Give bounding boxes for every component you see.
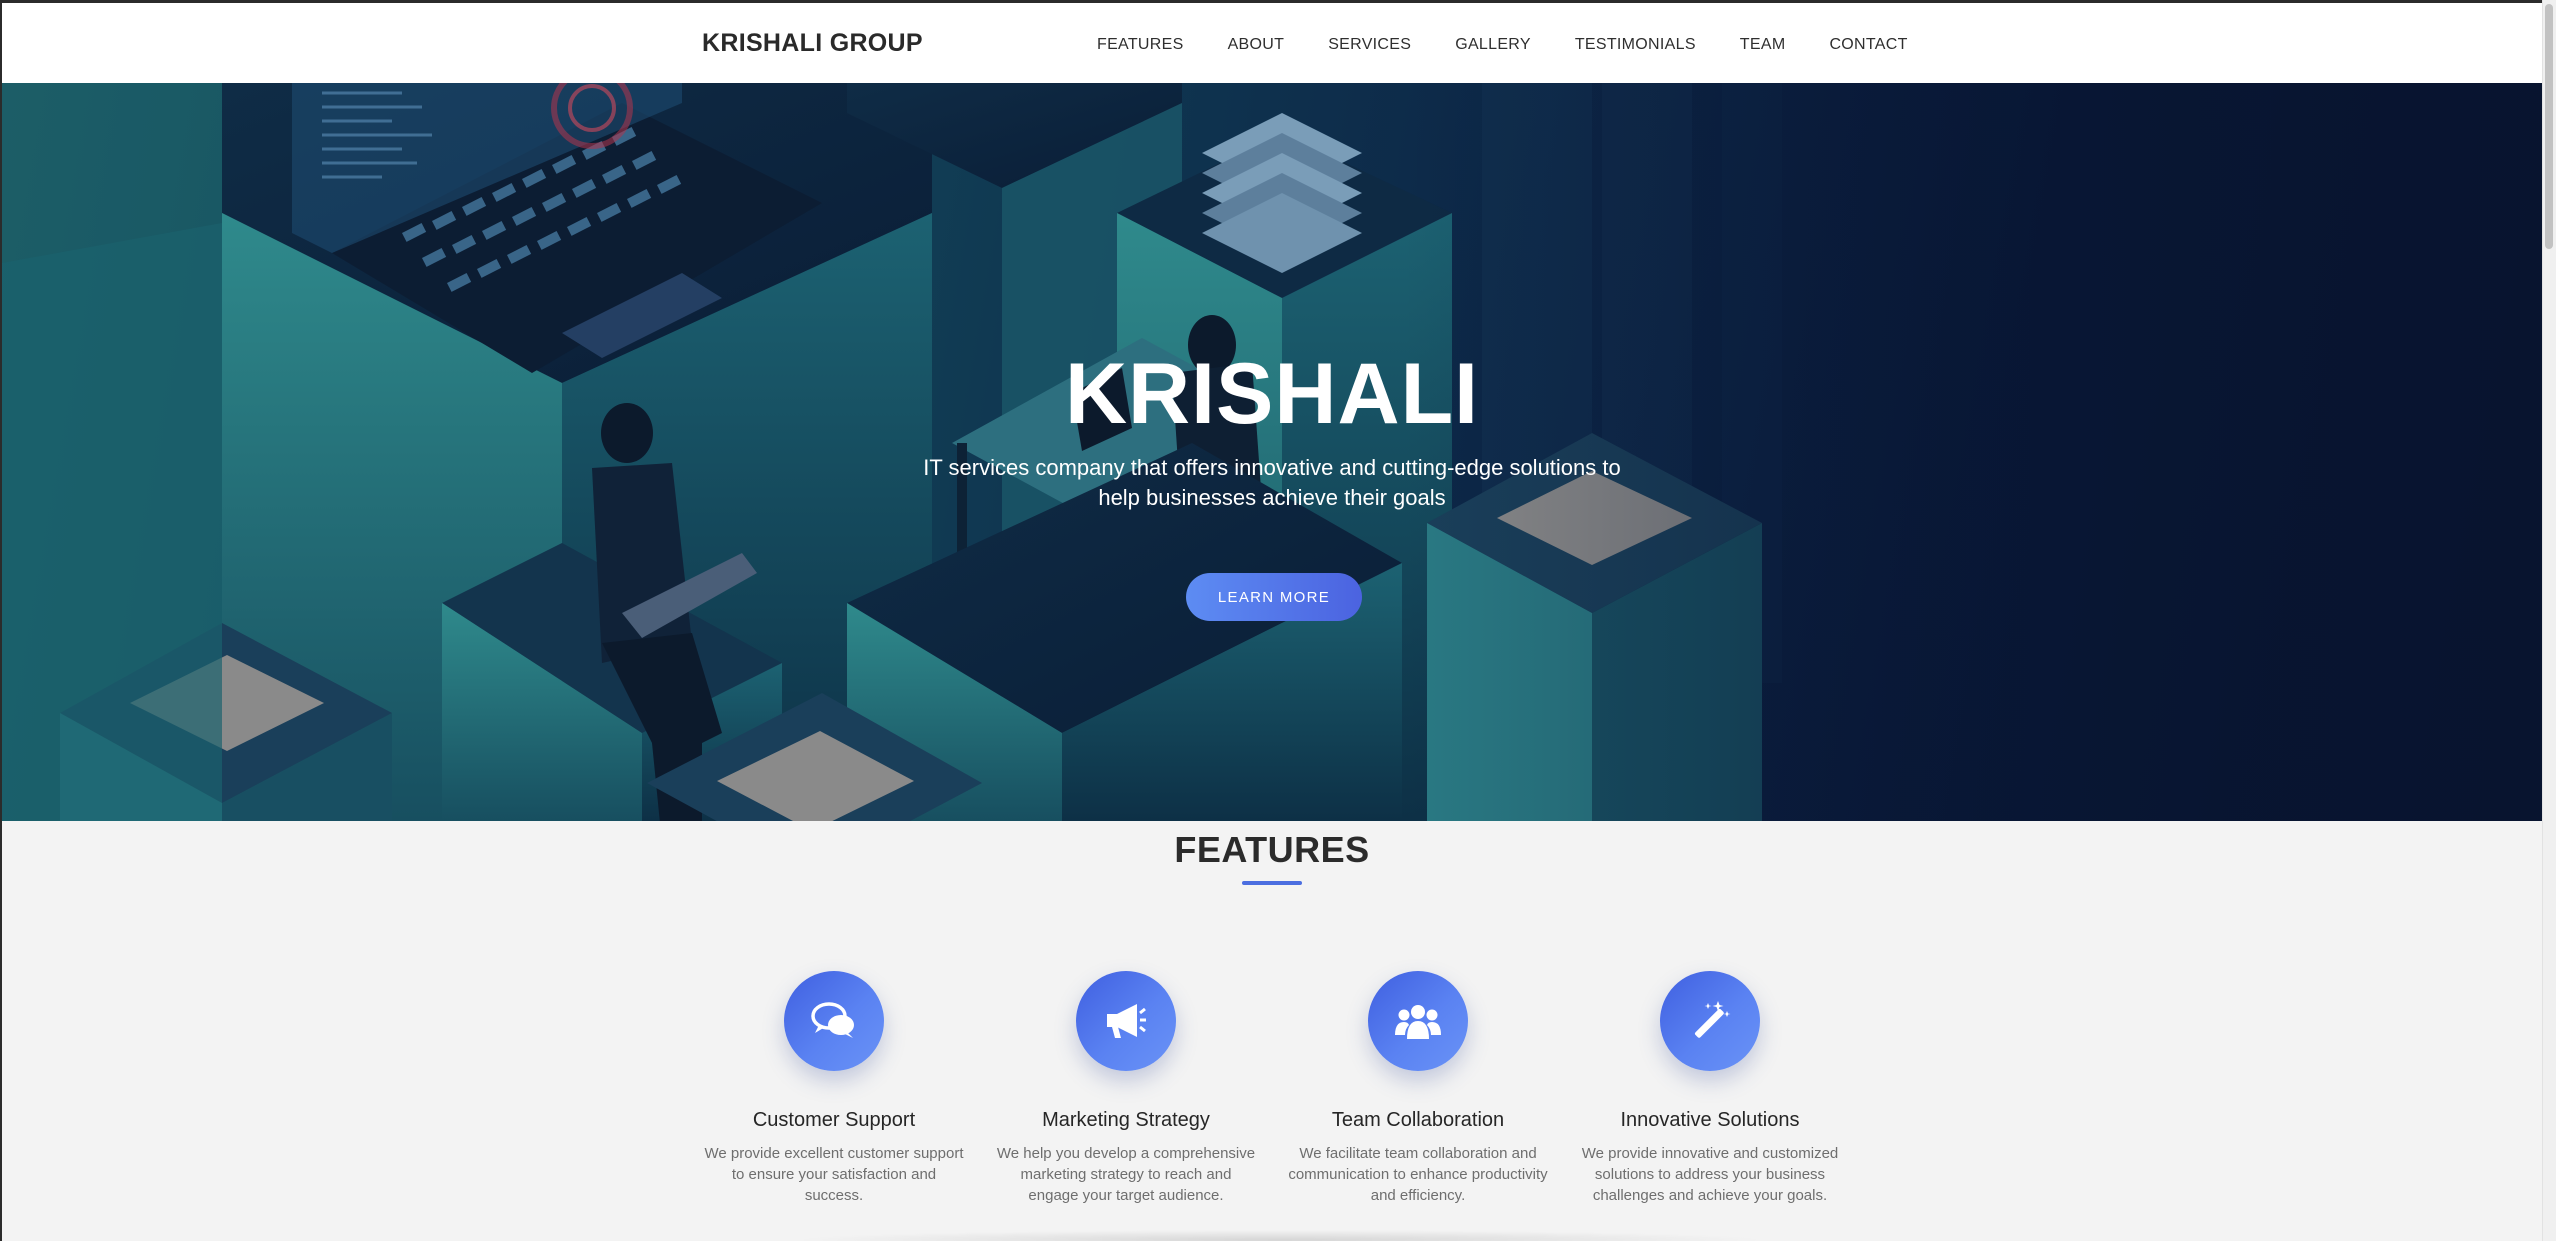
card-shadow-edge — [790, 1230, 1770, 1241]
features-heading: FEATURES — [1174, 829, 1370, 870]
learn-more-button[interactable]: LEARN MORE — [1186, 573, 1362, 621]
feature-description: We provide excellent customer support to… — [704, 1145, 964, 1204]
brand-logo[interactable]: KRISHALI GROUP — [702, 29, 923, 58]
scrollbar-thumb[interactable] — [2545, 4, 2553, 249]
feature-description: We facilitate team collaboration and com… — [1288, 1145, 1548, 1204]
nav-link-features[interactable]: FEATURES — [1097, 36, 1184, 54]
nav-link-contact[interactable]: CONTACT — [1829, 36, 1907, 54]
magic-wand-icon — [1660, 971, 1760, 1071]
feature-title: Marketing Strategy — [1042, 1109, 1210, 1131]
feature-title: Innovative Solutions — [1620, 1109, 1800, 1131]
page-scrollbar[interactable] — [2542, 0, 2556, 1241]
feature-description: We provide innovative and customized sol… — [1581, 1145, 1839, 1204]
megaphone-icon — [1076, 971, 1176, 1071]
nav-link-about[interactable]: ABOUT — [1228, 36, 1285, 54]
nav-links: FEATURES ABOUT SERVICES GALLERY TESTIMON… — [1097, 36, 1952, 54]
nav-link-gallery[interactable]: GALLERY — [1455, 36, 1531, 54]
navbar: KRISHALI GROUP FEATURES ABOUT SERVICES G… — [2, 3, 2542, 83]
hero-isometric-illustration — [2, 83, 2542, 821]
users-group-icon — [1368, 971, 1468, 1071]
chat-bubbles-icon — [784, 971, 884, 1071]
hero-section: KRISHALI IT services company that offers… — [2, 83, 2542, 821]
hero-title: KRISHALI — [1064, 346, 1480, 442]
feature-title: Team Collaboration — [1331, 1109, 1505, 1131]
feature-title: Customer Support — [752, 1109, 916, 1131]
nav-link-team[interactable]: TEAM — [1740, 36, 1786, 54]
nav-link-testimonials[interactable]: TESTIMONIALS — [1575, 36, 1696, 54]
nav-link-services[interactable]: SERVICES — [1328, 36, 1411, 54]
features-heading-underline — [1242, 881, 1302, 885]
feature-description: We help you develop a comprehensive mark… — [996, 1145, 1256, 1204]
hero-subtitle: IT services company that offers innovati… — [923, 455, 1621, 510]
features-section: FEATURES Customer Support We provide exc… — [2, 821, 2542, 1241]
